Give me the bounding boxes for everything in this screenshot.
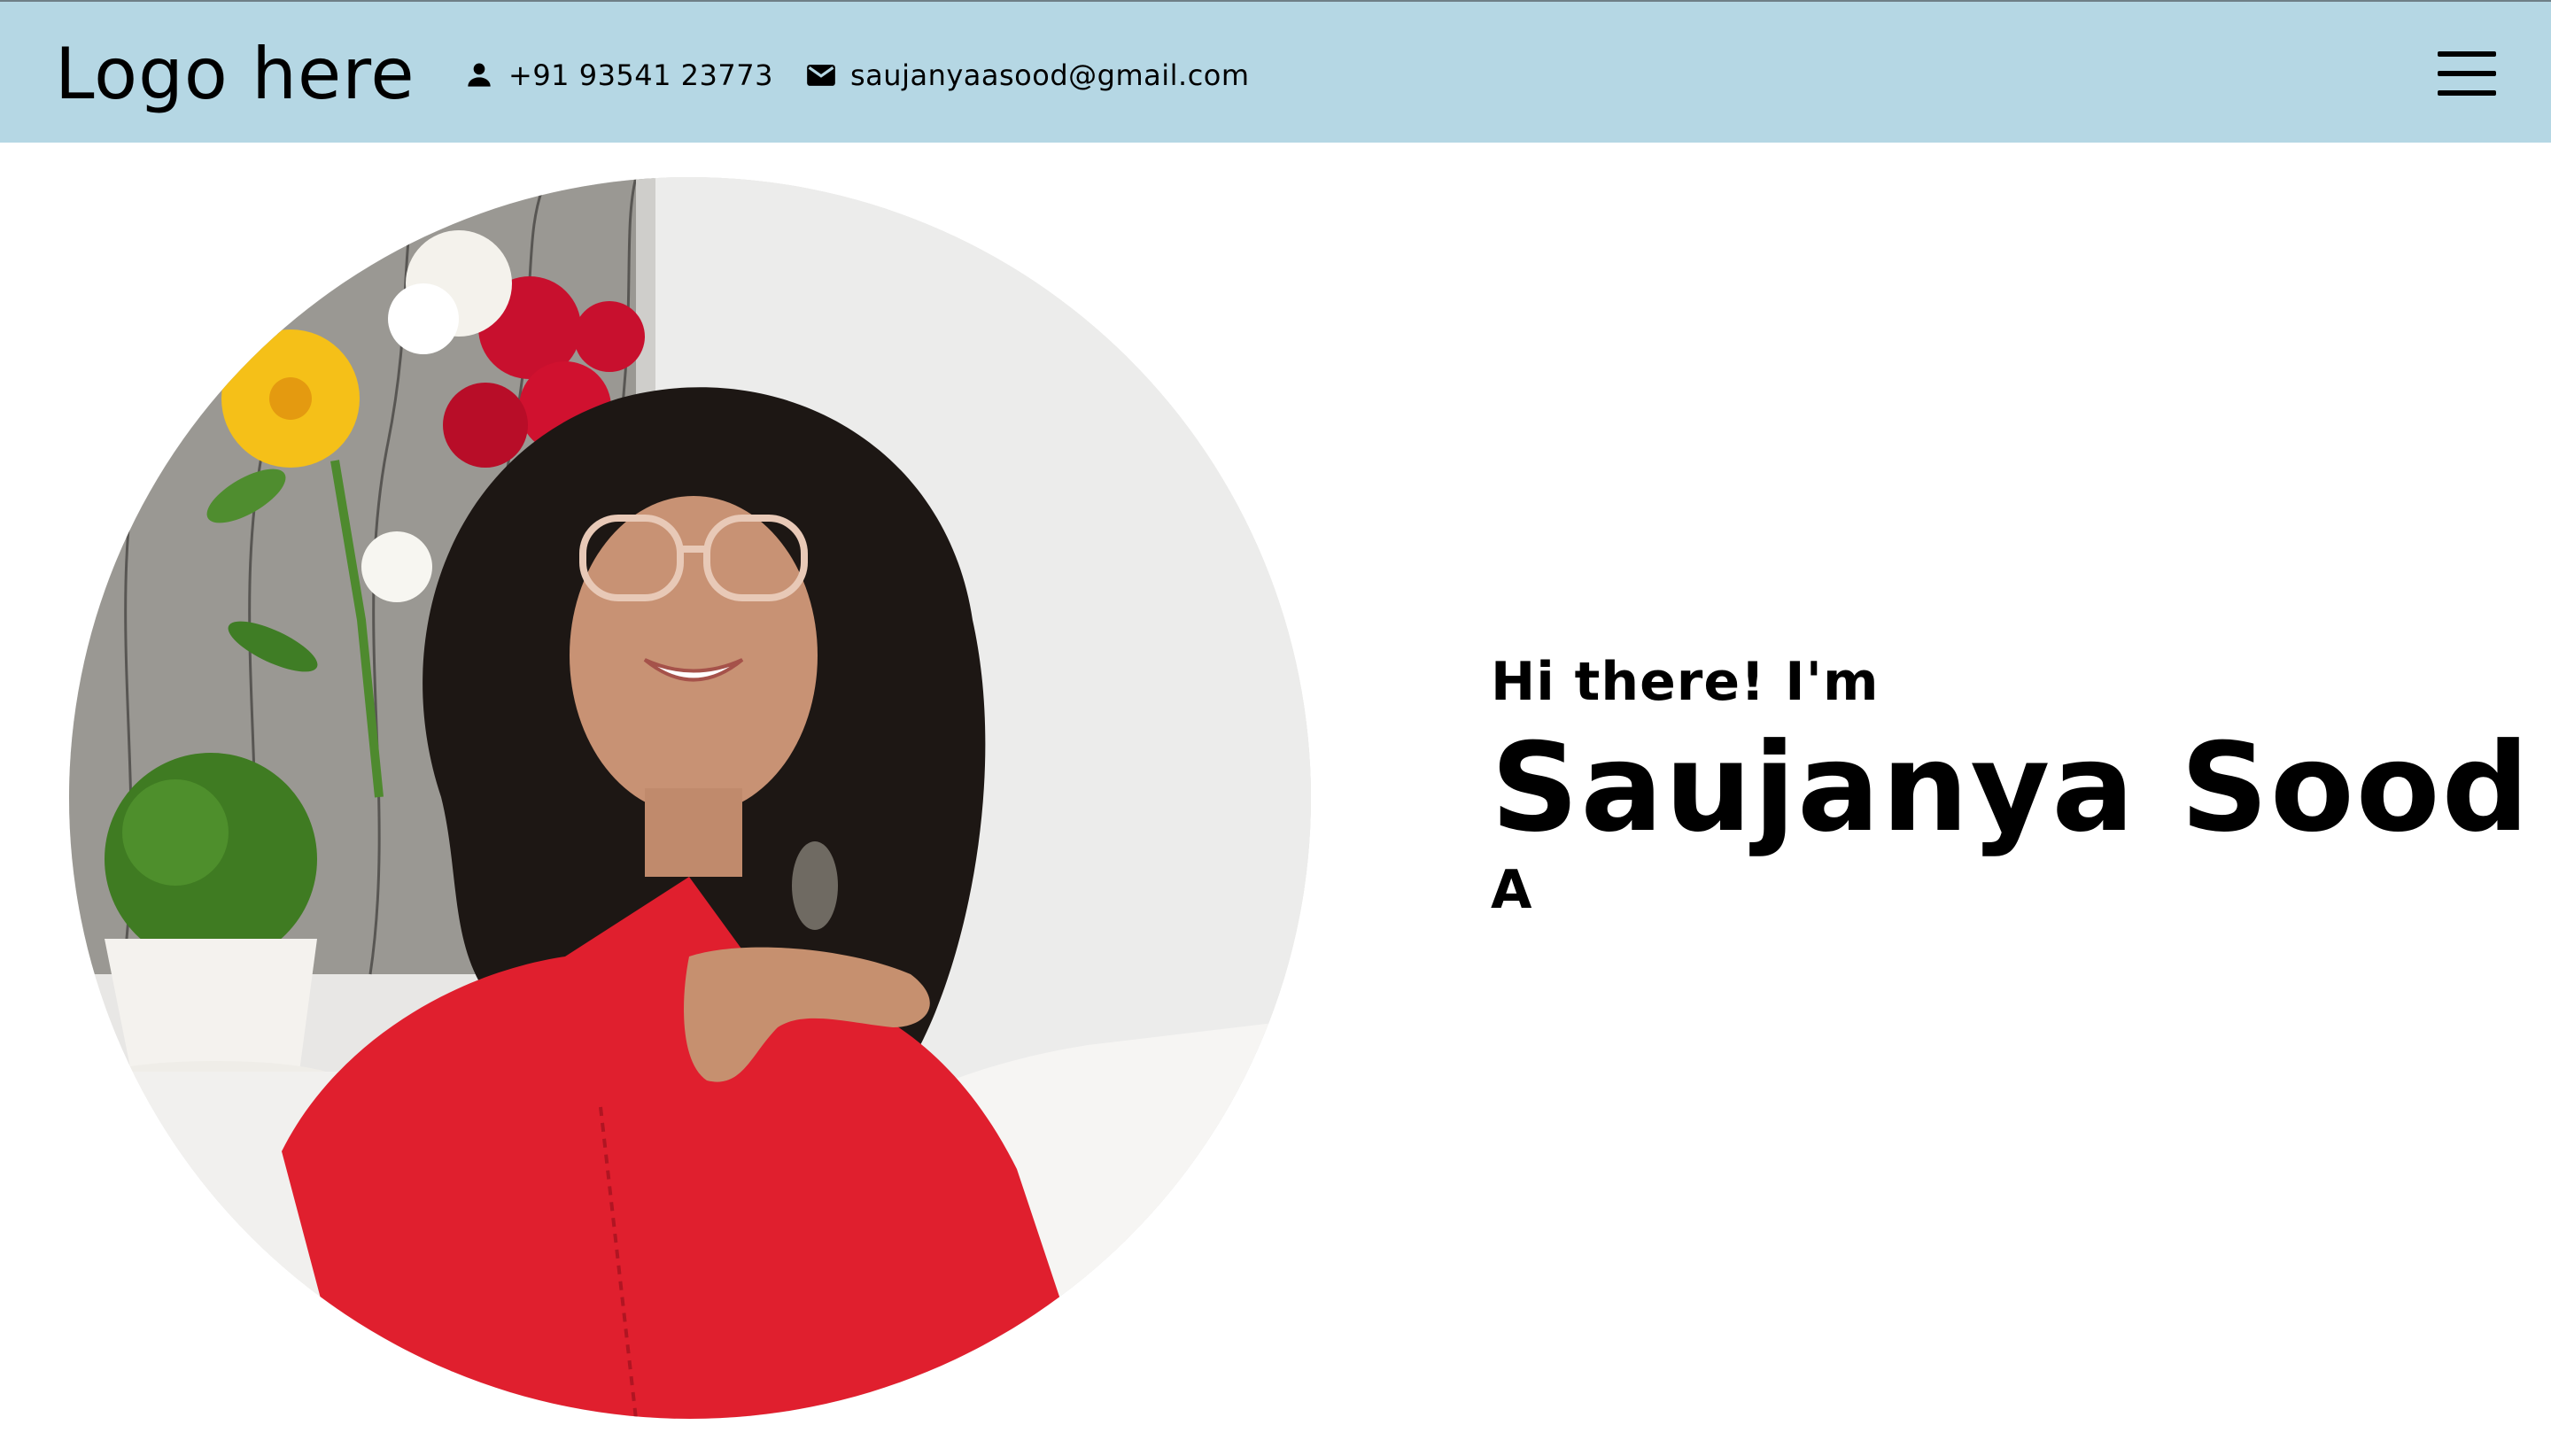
hero-intro: Hi there! I'm Saujanya Sood A [1491, 647, 2532, 921]
hero-typed-role: A [1491, 859, 1532, 921]
site-logo[interactable]: Logo here [55, 32, 415, 117]
contact-email[interactable]: saujanyaasood@gmail.com [804, 53, 1250, 97]
email-address: saujanyaasood@gmail.com [850, 58, 1250, 92]
phone-number: +91 93541 23773 [508, 58, 773, 92]
profile-photo [69, 177, 1311, 1419]
menu-line [2438, 71, 2496, 76]
menu-line [2438, 90, 2496, 96]
hero-greeting: Hi there! I'm [1491, 651, 1880, 713]
contact-phone[interactable]: +91 93541 23773 [462, 53, 773, 97]
menu-line [2438, 51, 2496, 57]
mail-icon [804, 58, 838, 92]
hero-name: Saujanya Sood [1491, 716, 2532, 859]
hamburger-menu-icon[interactable] [2436, 48, 2498, 101]
site-header: Logo here +91 93541 23773 saujanyaasood@… [0, 0, 2551, 143]
person-icon [462, 58, 496, 92]
